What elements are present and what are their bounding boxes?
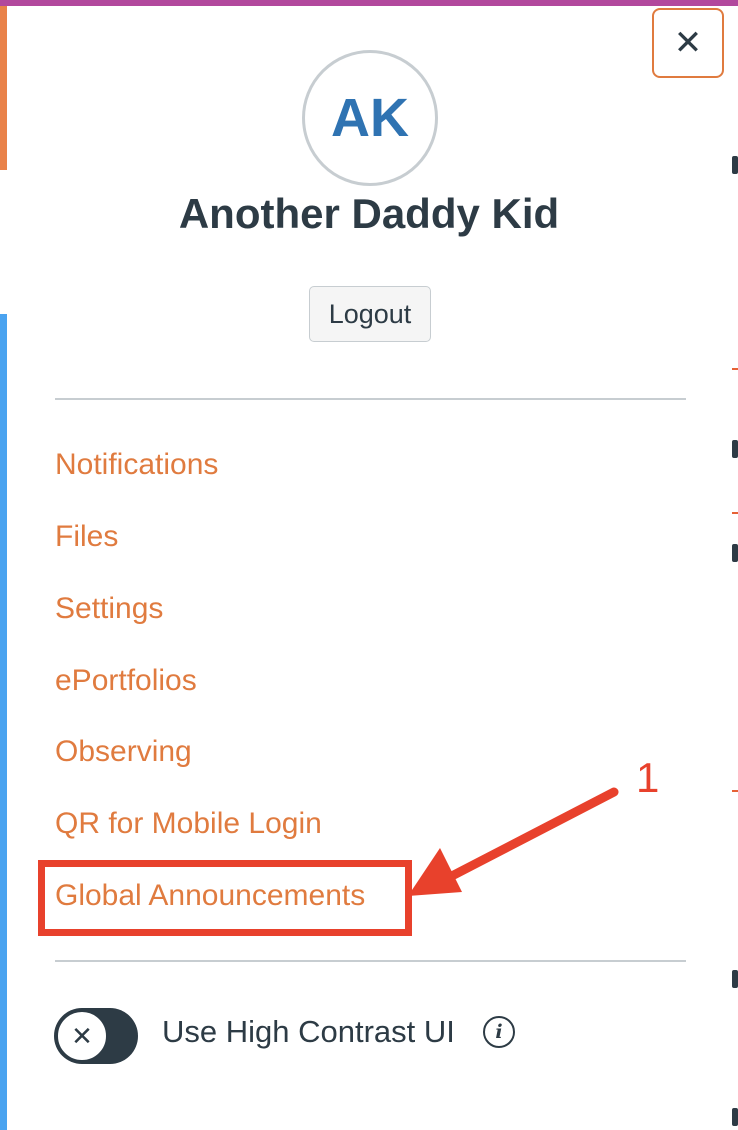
menu-item-files[interactable]: Files xyxy=(55,520,118,554)
high-contrast-label: Use High Contrast UI xyxy=(162,1014,455,1049)
avatar-initials: AK xyxy=(331,88,409,148)
close-button[interactable]: ✕ xyxy=(652,8,724,78)
x-icon: ✕ xyxy=(57,1011,107,1061)
background-page-line xyxy=(732,368,738,370)
menu-item-qr-mobile-login[interactable]: QR for Mobile Login xyxy=(55,807,322,841)
background-page-line xyxy=(732,790,738,792)
user-name: Another Daddy Kid xyxy=(178,190,560,237)
left-accent-blue xyxy=(0,314,7,1130)
top-accent-bar xyxy=(0,0,738,6)
divider xyxy=(55,960,686,962)
menu-item-observing[interactable]: Observing xyxy=(55,735,192,769)
avatar: AK xyxy=(302,50,438,186)
info-icon[interactable]: i xyxy=(483,1016,515,1048)
left-accent-orange xyxy=(0,6,7,170)
menu-item-notifications[interactable]: Notifications xyxy=(55,448,218,482)
logout-button[interactable]: Logout xyxy=(309,286,431,342)
annotation-highlight-box xyxy=(38,860,412,936)
annotation-step-number: 1 xyxy=(636,754,660,801)
background-page-text xyxy=(732,970,738,988)
close-icon: ✕ xyxy=(673,24,703,62)
divider xyxy=(55,398,686,400)
menu-item-eportfolios[interactable]: ePortfolios xyxy=(55,664,197,698)
background-page-text xyxy=(732,156,738,174)
menu-item-settings[interactable]: Settings xyxy=(55,592,163,626)
background-page-text xyxy=(732,544,738,562)
background-page-text xyxy=(732,440,738,458)
background-page-text xyxy=(732,1108,738,1126)
high-contrast-toggle[interactable]: ✕ xyxy=(54,1008,138,1064)
background-page-line xyxy=(732,512,738,514)
